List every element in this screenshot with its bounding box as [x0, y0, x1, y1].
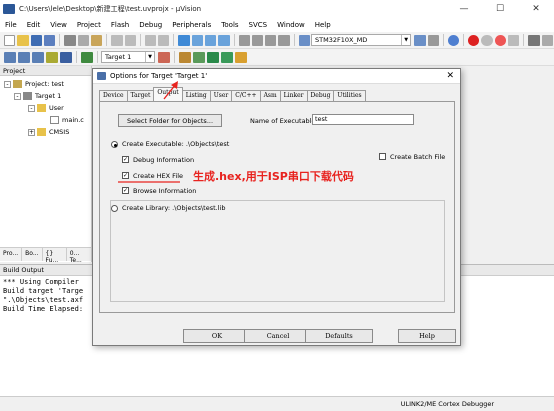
annotation-text: 生成.hex,用于ISP串口下载代码	[193, 170, 354, 183]
annotation-arrow-head	[171, 81, 178, 89]
annotation-overlay	[118, 81, 180, 183]
